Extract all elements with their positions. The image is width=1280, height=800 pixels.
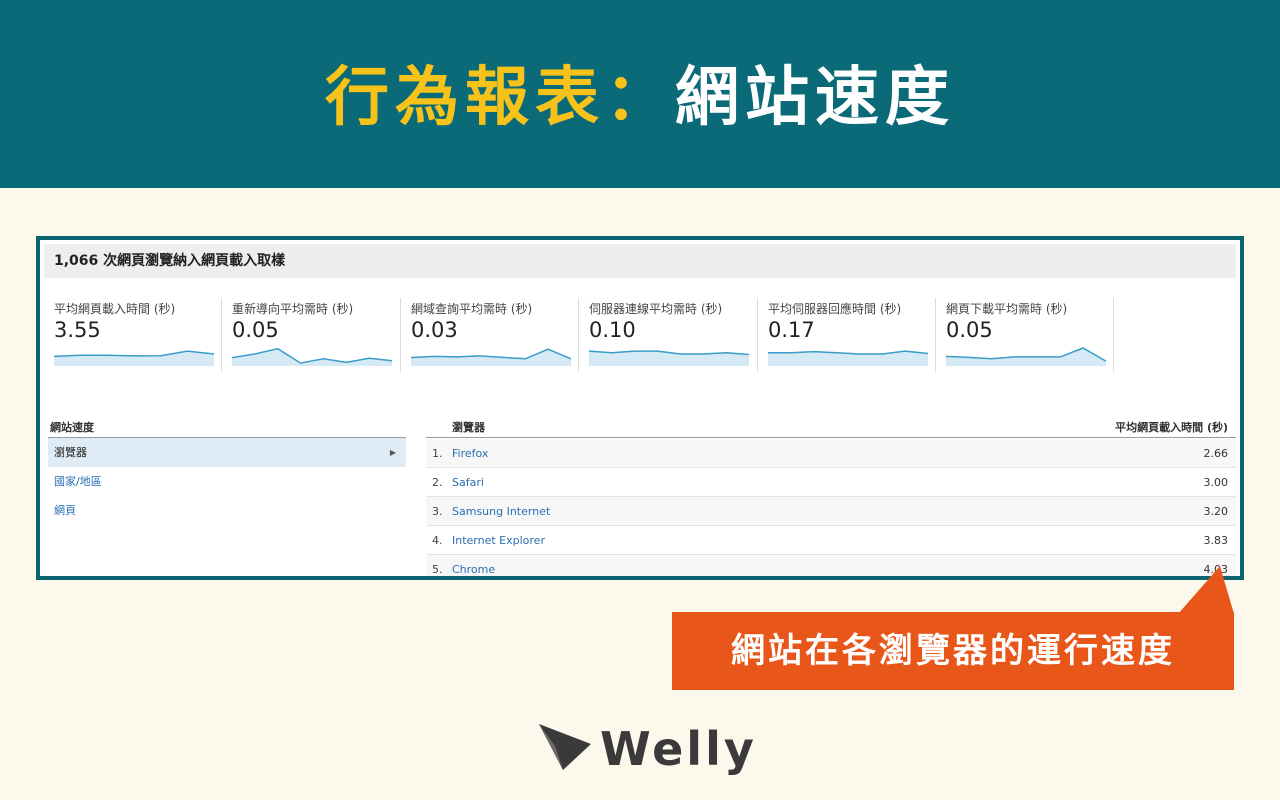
dimension-item-label: 瀏覽器 <box>54 446 87 459</box>
row-rank: 3. <box>432 505 443 518</box>
column-header-browser[interactable]: 瀏覽器 <box>452 418 485 438</box>
metric-value: 3.55 <box>54 318 101 342</box>
row-value: 3.83 <box>1203 534 1229 547</box>
sparkline <box>411 348 571 366</box>
metric-domain-lookup-time[interactable]: 網域查詢平均需時 (秒) 0.03 <box>411 298 581 372</box>
dimension-list-header: 網站速度 <box>48 418 406 438</box>
row-browser-link[interactable]: Safari <box>452 468 484 497</box>
metric-label: 網頁下載平均需時 (秒) <box>946 302 1068 316</box>
metric-value: 0.05 <box>946 318 993 342</box>
sparkline <box>589 350 749 366</box>
metric-value: 0.10 <box>589 318 636 342</box>
dimension-item-browser[interactable]: 瀏覽器 ▶ <box>48 438 406 467</box>
sampling-header: 1,066 次網頁瀏覽納入網頁載入取樣 <box>44 244 1236 278</box>
title-banner: 行為報表：網站速度 <box>0 0 1280 188</box>
table-row: 3. Samsung Internet 3.20 <box>426 497 1236 526</box>
column-header-avg-load-time[interactable]: 平均網頁載入時間 (秒) <box>1115 418 1228 438</box>
metric-divider <box>757 298 758 372</box>
sparkline-area <box>232 348 392 366</box>
sparkline-area <box>411 349 571 366</box>
sparkline <box>768 350 928 366</box>
page-title-main: 網站速度 <box>675 61 955 135</box>
table-row: 1. Firefox 2.66 <box>426 439 1236 468</box>
row-browser-link[interactable]: Internet Explorer <box>452 526 545 555</box>
metric-avg-page-load[interactable]: 平均網頁載入時間 (秒) 3.55 <box>54 298 224 372</box>
callout-box: 網站在各瀏覽器的運行速度 <box>672 612 1234 690</box>
page-title: 行為報表：網站速度 <box>0 58 1280 138</box>
table-row: 5. Chrome 4.03 <box>426 555 1236 576</box>
metric-label: 平均網頁載入時間 (秒) <box>54 302 176 316</box>
row-rank: 4. <box>432 534 443 547</box>
metric-redirect-time[interactable]: 重新導向平均需時 (秒) 0.05 <box>232 298 402 372</box>
metric-value: 0.05 <box>232 318 279 342</box>
callout-pointer <box>1178 566 1234 614</box>
row-value: 3.00 <box>1203 476 1229 489</box>
metric-value: 0.03 <box>411 318 458 342</box>
chevron-right-icon: ▶ <box>389 448 396 457</box>
metric-label: 重新導向平均需時 (秒) <box>232 302 354 316</box>
sparkline <box>54 350 214 366</box>
metric-label: 平均伺服器回應時間 (秒) <box>768 302 902 316</box>
dimension-item-country[interactable]: 國家/地區 <box>48 467 406 496</box>
metric-label: 伺服器連線平均需時 (秒) <box>589 302 723 316</box>
sparkline <box>946 347 1106 366</box>
dimension-item-label: 網頁 <box>54 504 76 517</box>
row-value: 2.66 <box>1203 447 1229 460</box>
row-browser-link[interactable]: Samsung Internet <box>452 497 550 526</box>
metric-divider <box>400 298 401 372</box>
sparkline-area <box>54 351 214 366</box>
row-rank: 1. <box>432 447 443 460</box>
dimension-item-page[interactable]: 網頁 <box>48 496 406 525</box>
metric-label: 網域查詢平均需時 (秒) <box>411 302 533 316</box>
row-browser-link[interactable]: Firefox <box>452 439 488 468</box>
callout-text: 網站在各瀏覽器的運行速度 <box>731 631 1175 671</box>
metric-divider <box>1113 298 1114 372</box>
table-row: 4. Internet Explorer 3.83 <box>426 526 1236 555</box>
brand-logo-text: Welly <box>600 722 757 776</box>
page-title-accent: 行為報表 <box>325 61 605 135</box>
metric-divider <box>578 298 579 372</box>
metric-value: 0.17 <box>768 318 815 342</box>
metric-page-download-time[interactable]: 網頁下載平均需時 (秒) 0.05 <box>946 298 1116 372</box>
metric-server-response-time[interactable]: 平均伺服器回應時間 (秒) 0.17 <box>768 298 938 372</box>
sparkline <box>232 347 392 366</box>
paper-plane-icon <box>539 724 591 770</box>
metric-divider <box>935 298 936 372</box>
row-browser-link[interactable]: Chrome <box>452 555 495 576</box>
row-rank: 2. <box>432 476 443 489</box>
metric-divider <box>221 298 222 372</box>
table-header: 瀏覽器 平均網頁載入時間 (秒) <box>426 418 1236 438</box>
metric-server-connection-time[interactable]: 伺服器連線平均需時 (秒) 0.10 <box>589 298 759 372</box>
row-value: 3.20 <box>1203 505 1229 518</box>
analytics-screenshot-frame: 1,066 次網頁瀏覽納入網頁載入取樣 平均網頁載入時間 (秒) 3.55 重新… <box>36 236 1244 580</box>
page-title-separator: ： <box>605 61 675 135</box>
table-row: 2. Safari 3.00 <box>426 468 1236 497</box>
dimension-item-label: 國家/地區 <box>54 475 102 488</box>
row-rank: 5. <box>432 563 443 576</box>
